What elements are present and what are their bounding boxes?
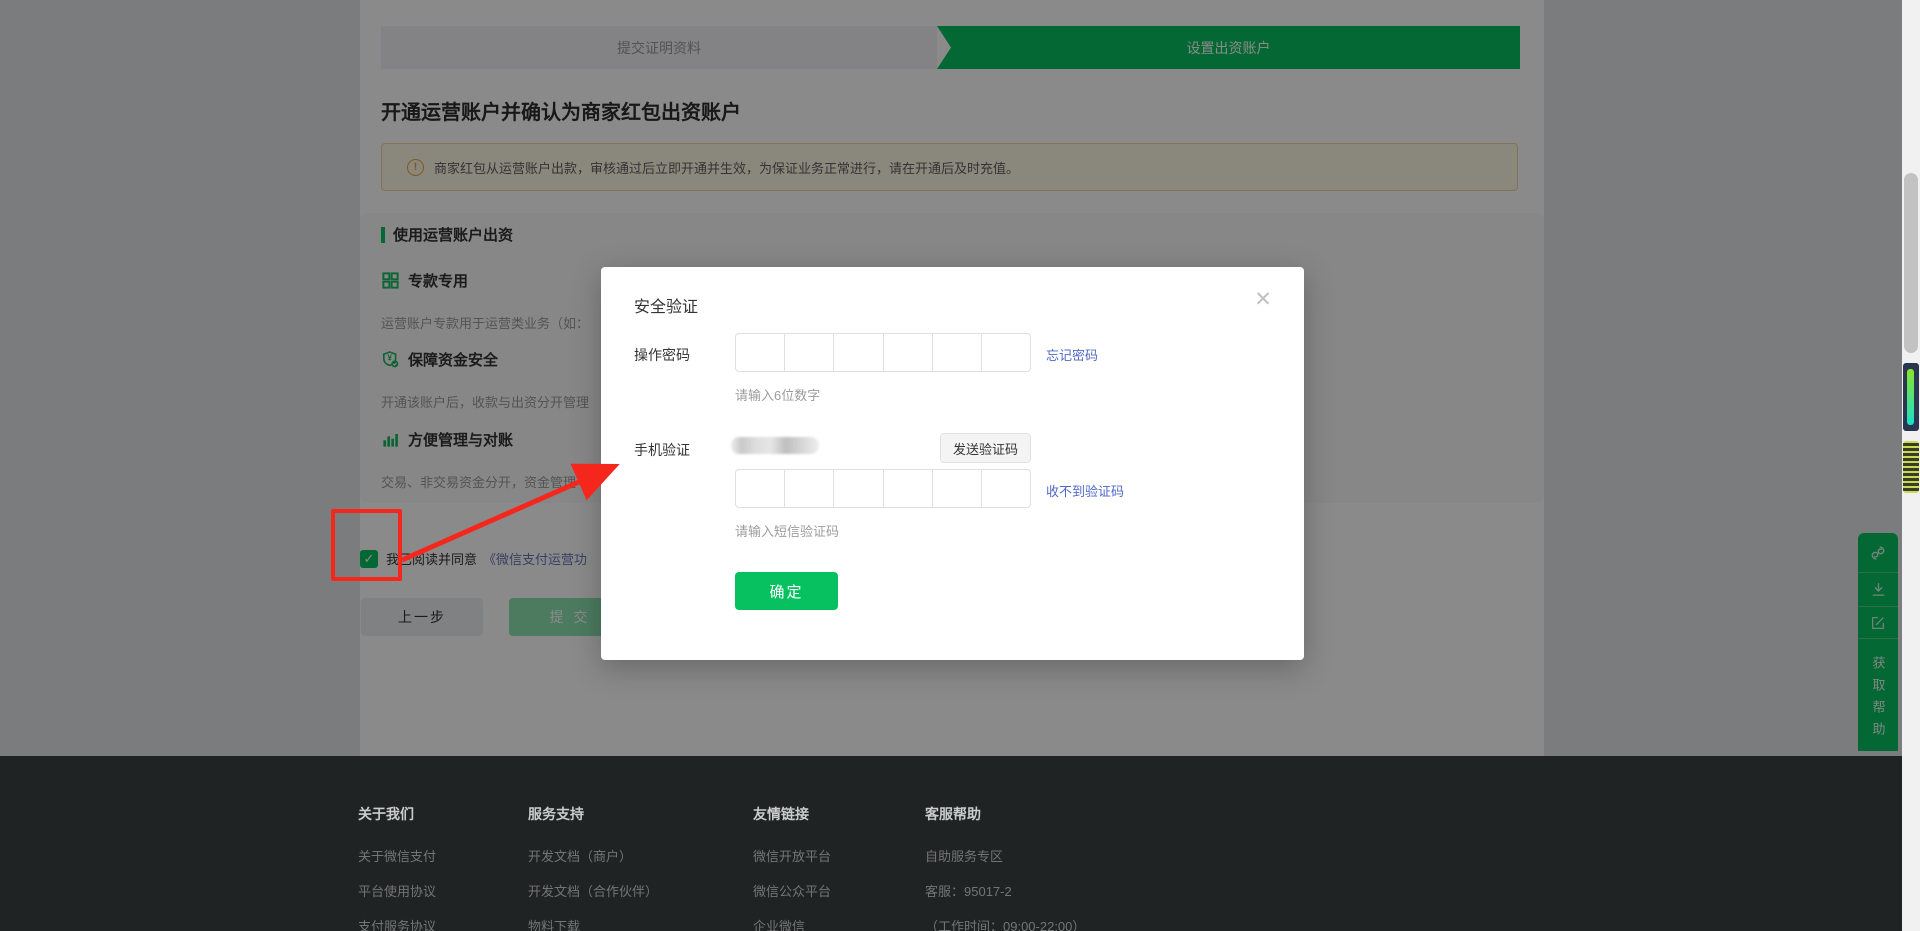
code-cell[interactable] bbox=[933, 470, 982, 507]
sms-hint: 请输入短信验证码 bbox=[735, 521, 839, 540]
footer-link[interactable]: 自助服务专区 bbox=[925, 846, 1085, 865]
scrollbar-marker-gradient bbox=[1903, 363, 1919, 431]
scrollbar-track[interactable] bbox=[1902, 0, 1920, 931]
footer-link[interactable]: 微信开放平台 bbox=[753, 846, 831, 865]
footer-service-hours: （工作时间：09:00-22:00） bbox=[925, 916, 1085, 931]
footer-col-about: 关于我们 关于微信支付 平台使用协议 支付服务协议 bbox=[358, 804, 436, 931]
footer-link[interactable]: 关于微信支付 bbox=[358, 846, 436, 865]
page: 提交证明资料 设置出资账户 开通运营账户并确认为商家红包出资账户 ! 商家红包从… bbox=[0, 0, 1920, 931]
site-footer: 关于我们 关于微信支付 平台使用协议 支付服务协议 服务支持 开发文档（商户） … bbox=[0, 756, 1920, 931]
code-cell[interactable] bbox=[933, 334, 982, 371]
code-cell[interactable] bbox=[736, 334, 785, 371]
footer-col-friend-links: 友情链接 微信开放平台 微信公众平台 企业微信 bbox=[753, 804, 831, 931]
code-cell[interactable] bbox=[834, 470, 883, 507]
scrollbar-marker-striped bbox=[1903, 441, 1919, 493]
footer-heading: 服务支持 bbox=[528, 804, 658, 824]
footer-service-phone: 客服：95017-2 bbox=[925, 881, 1085, 900]
footer-col-customer-service: 客服帮助 自助服务专区 客服：95017-2 （工作时间：09:00-22:00… bbox=[925, 804, 1085, 931]
no-code-received-link[interactable]: 收不到验证码 bbox=[1046, 481, 1124, 500]
footer-link[interactable]: 支付服务协议 bbox=[358, 916, 436, 931]
code-cell[interactable] bbox=[785, 334, 834, 371]
confirm-button[interactable]: 确定 bbox=[735, 572, 838, 610]
footer-col-support: 服务支持 开发文档（商户） 开发文档（合作伙伴） 物料下载 bbox=[528, 804, 658, 931]
security-verification-modal: 安全验证 ✕ 操作密码 忘记密码 请输入6位数字 手机验证 发送验证码 收不到验… bbox=[601, 267, 1304, 660]
annotation-highlight-box bbox=[331, 509, 402, 581]
scrollbar-thumb[interactable] bbox=[1904, 173, 1918, 353]
sms-code-input[interactable] bbox=[735, 469, 1031, 508]
footer-heading: 关于我们 bbox=[358, 804, 436, 824]
forgot-password-link[interactable]: 忘记密码 bbox=[1046, 345, 1098, 364]
sms-label: 手机验证 bbox=[634, 440, 690, 460]
footer-heading: 友情链接 bbox=[753, 804, 831, 824]
code-cell[interactable] bbox=[834, 334, 883, 371]
password-code-input[interactable] bbox=[735, 333, 1031, 372]
send-code-button[interactable]: 发送验证码 bbox=[940, 433, 1031, 463]
footer-heading: 客服帮助 bbox=[925, 804, 1085, 824]
code-cell[interactable] bbox=[736, 470, 785, 507]
footer-link[interactable]: 开发文档（商户） bbox=[528, 846, 658, 865]
footer-link[interactable]: 物料下载 bbox=[528, 916, 658, 931]
code-cell[interactable] bbox=[982, 470, 1030, 507]
password-label: 操作密码 bbox=[634, 345, 690, 365]
footer-link[interactable]: 企业微信 bbox=[753, 916, 831, 931]
code-cell[interactable] bbox=[884, 334, 933, 371]
masked-phone-number bbox=[731, 437, 819, 454]
code-cell[interactable] bbox=[982, 334, 1030, 371]
password-hint: 请输入6位数字 bbox=[735, 385, 820, 404]
footer-link[interactable]: 微信公众平台 bbox=[753, 881, 831, 900]
close-icon[interactable]: ✕ bbox=[1249, 285, 1277, 313]
footer-link[interactable]: 开发文档（合作伙伴） bbox=[528, 881, 658, 900]
code-cell[interactable] bbox=[884, 470, 933, 507]
modal-title: 安全验证 bbox=[634, 293, 698, 317]
footer-link[interactable]: 平台使用协议 bbox=[358, 881, 436, 900]
code-cell[interactable] bbox=[785, 470, 834, 507]
